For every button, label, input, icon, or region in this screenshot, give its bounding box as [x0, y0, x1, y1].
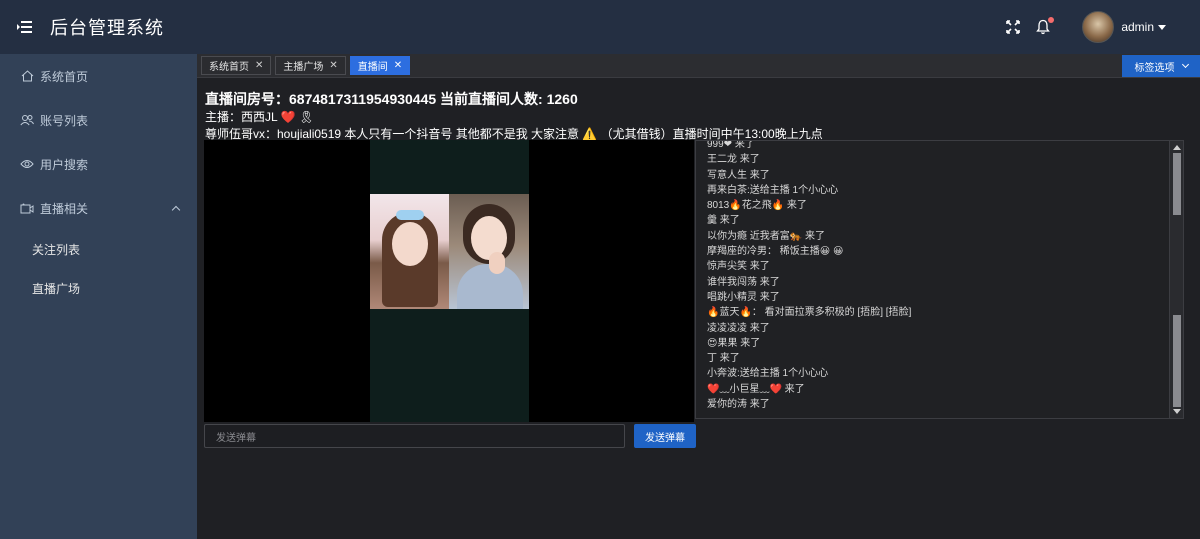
sidebar: 系统首页 账号列表 用户搜索 直播相关 关注列表 直播广场 [0, 54, 197, 539]
sidebar-item-label: 账号列表 [40, 113, 89, 128]
chat-message: 999❤ 来了 [707, 140, 755, 150]
chat-panel[interactable]: 999❤ 来了 王二龙 来了 写意人生 来了 再来白茶:送给主播 1个小心心 8… [695, 140, 1184, 419]
sidebar-subitem-follow-list[interactable]: 关注列表 [0, 230, 197, 269]
chevron-down-icon [1181, 60, 1189, 69]
chevron-up-icon [171, 205, 181, 214]
fullscreen-icon[interactable] [1000, 14, 1026, 40]
tag-options-button[interactable]: 标签选项 [1122, 55, 1200, 77]
video-left-host [370, 194, 449, 309]
video-icon [20, 201, 34, 215]
danmu-input[interactable]: 发送弹幕 [204, 424, 625, 448]
send-danmu-button[interactable]: 发送弹幕 [634, 424, 696, 448]
chat-message: 凌凌凌凌 来了 [707, 322, 770, 334]
sidebar-item-home[interactable]: 系统首页 [0, 54, 197, 98]
chat-list: 999❤ 来了 王二龙 来了 写意人生 来了 再来白茶:送给主播 1个小心心 8… [707, 140, 1167, 412]
chat-message: 😍果果 来了 [707, 337, 761, 349]
sidebar-item-live[interactable]: 直播相关 [0, 186, 197, 230]
chat-message: 摩羯座的冷男： 稀饭主播😀 😀 [707, 246, 844, 258]
users-icon [20, 113, 34, 127]
chat-message: 丁 来了 [707, 353, 740, 365]
main-content: 直播间房号：6874817311954930445 当前直播间人数: 1260 … [197, 79, 1200, 539]
chat-message: 8013🔥花之飛🔥 来了 [707, 200, 807, 212]
sidebar-item-accounts[interactable]: 账号列表 [0, 98, 197, 142]
tab-anchor-square[interactable]: 主播广场 ✕ [275, 56, 346, 75]
avatar[interactable] [1082, 11, 1115, 43]
close-icon[interactable]: ✕ [394, 60, 402, 71]
video-player[interactable] [204, 140, 694, 422]
video-right-host [449, 194, 529, 309]
sidebar-item-label: 用户搜索 [40, 157, 89, 172]
chat-scrollbar[interactable] [1169, 141, 1183, 418]
chat-message: 写意人生 来了 [707, 169, 770, 181]
home-icon [20, 69, 34, 83]
scrollbar-thumb[interactable] [1173, 153, 1181, 215]
username[interactable]: admin [1121, 20, 1154, 34]
tab-live-room[interactable]: 直播间 ✕ [349, 56, 411, 75]
tag-options-label: 标签选项 [1134, 62, 1175, 74]
chat-message: 谁伴我闯荡 来了 [707, 276, 780, 288]
chat-message: 王二龙 来了 [707, 154, 760, 166]
chat-message: 唱跳小精灵 来了 [707, 291, 780, 303]
app-title: 后台管理系统 [50, 18, 164, 38]
chat-message: ❤️﹏小巨星﹏❤️ 来了 [707, 383, 805, 395]
chat-message: 羹 来了 [707, 215, 740, 227]
tab-label: 系统首页 [209, 62, 249, 73]
scroll-up-icon[interactable] [1173, 145, 1181, 150]
chat-message: 小奔波:送给主播 1个小心心 [707, 368, 829, 380]
menu-fold-icon[interactable] [0, 0, 50, 54]
scroll-down-icon[interactable] [1173, 409, 1181, 414]
eye-icon [20, 157, 34, 171]
chat-message: 🔥蓝天🔥： 看对面拉票多积极的 [捂脸] [捂脸] [707, 307, 912, 319]
tab-system-home[interactable]: 系统首页 ✕ [201, 56, 272, 75]
close-icon[interactable]: ✕ [329, 60, 337, 71]
chevron-down-icon[interactable] [1158, 24, 1166, 30]
notification-dot [1048, 17, 1055, 23]
sidebar-subitem-live-square[interactable]: 直播广场 [0, 269, 197, 308]
chat-message: 惊声尖笑 来了 [707, 261, 770, 273]
chat-message: 爱你的涛 来了 [707, 399, 770, 411]
sidebar-subitem-label: 关注列表 [32, 243, 81, 257]
menu-fold-icon-svg [17, 21, 32, 33]
sidebar-item-label: 系统首页 [40, 69, 89, 84]
header-right: admin [1000, 0, 1200, 54]
tab-label: 直播间 [357, 62, 388, 73]
anchor-name: 主播：西西JL ❤️ 🎗 [205, 110, 315, 124]
sidebar-subitem-label: 直播广场 [32, 282, 81, 296]
bell-icon[interactable] [1030, 14, 1056, 40]
tags-bar: 系统首页 ✕ 主播广场 ✕ 直播间 ✕ 标签选项 [197, 54, 1200, 78]
tab-label: 主播广场 [283, 62, 324, 73]
fullscreen-icon-svg [1006, 20, 1021, 34]
scrollbar-thumb-lower[interactable] [1173, 315, 1181, 407]
sidebar-item-user-search[interactable]: 用户搜索 [0, 142, 197, 186]
chat-message: 以你为瘾 近我者富🐅 来了 [707, 230, 826, 242]
top-header: 后台管理系统 admin [0, 0, 1200, 54]
sidebar-item-label: 直播相关 [40, 201, 89, 216]
close-icon[interactable]: ✕ [255, 60, 263, 71]
room-title: 直播间房号：6874817311954930445 当前直播间人数: 1260 [205, 91, 578, 107]
video-frame [370, 194, 529, 309]
chat-message: 再来白茶:送给主播 1个小心心 [707, 184, 839, 196]
